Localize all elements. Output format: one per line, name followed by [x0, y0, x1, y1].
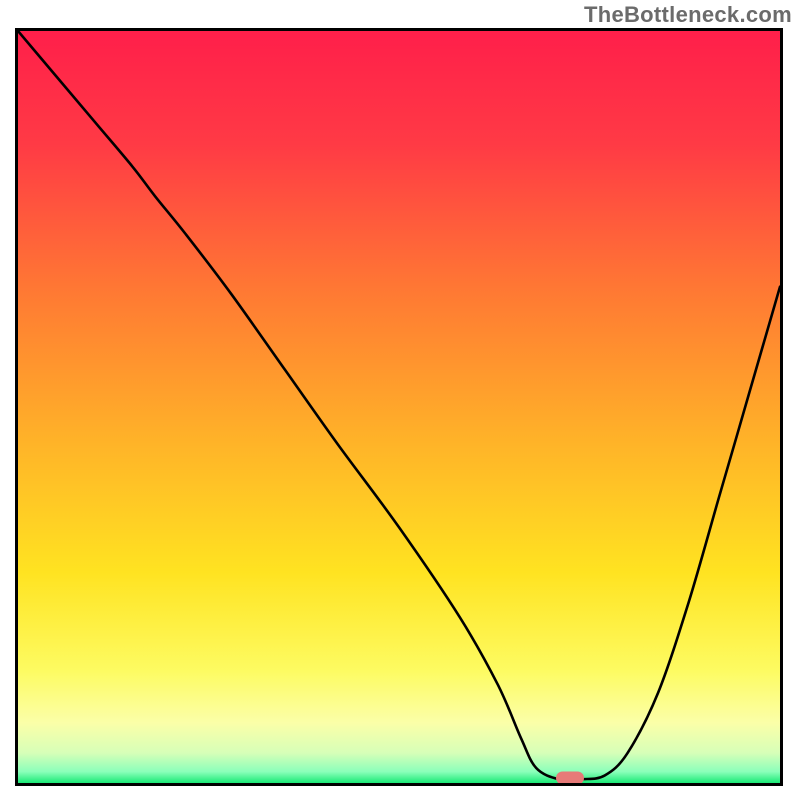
- watermark-text: TheBottleneck.com: [584, 2, 792, 28]
- optimum-marker: [556, 771, 584, 784]
- bottleneck-curve: [18, 31, 780, 783]
- plot-area: [15, 28, 783, 786]
- chart-container: TheBottleneck.com: [0, 0, 800, 800]
